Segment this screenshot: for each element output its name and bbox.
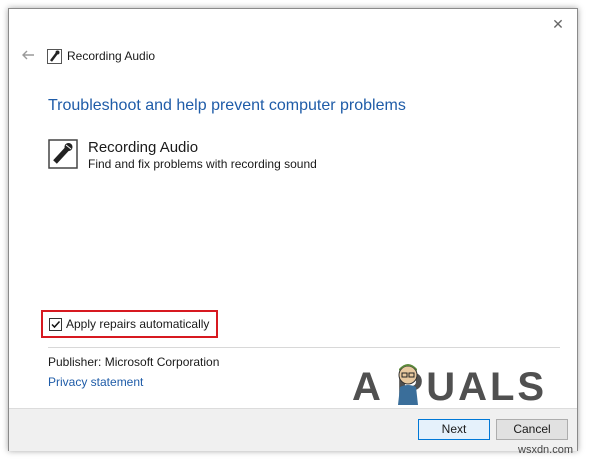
troubleshooter-window: ✕ Recording Audio Troubleshoot and help … (8, 8, 578, 451)
checkmark-icon (51, 320, 61, 329)
apply-repairs-label[interactable]: Apply repairs automatically (66, 317, 209, 331)
microphone-icon (48, 139, 78, 169)
next-button[interactable]: Next (418, 419, 490, 440)
microphone-icon (47, 49, 62, 64)
window-title: Recording Audio (67, 49, 156, 63)
privacy-statement-link[interactable]: Privacy statement (48, 375, 143, 389)
apply-repairs-checkbox[interactable] (49, 318, 62, 331)
button-bar: Next Cancel (9, 408, 577, 451)
back-arrow-icon[interactable] (20, 47, 36, 63)
cancel-button[interactable]: Cancel (496, 419, 568, 440)
mascot-icon (398, 364, 418, 405)
page-heading: Troubleshoot and help prevent computer p… (48, 97, 406, 114)
troubleshooter-description: Find and fix problems with recording sou… (88, 157, 317, 171)
publisher-info: Publisher: Microsoft Corporation (48, 355, 220, 369)
troubleshooter-name[interactable]: Recording Audio (88, 139, 198, 156)
appuals-watermark: A PUALS (352, 365, 548, 409)
divider (48, 347, 560, 348)
close-icon[interactable]: ✕ (549, 15, 567, 33)
site-watermark: wsxdn.com (518, 444, 574, 456)
